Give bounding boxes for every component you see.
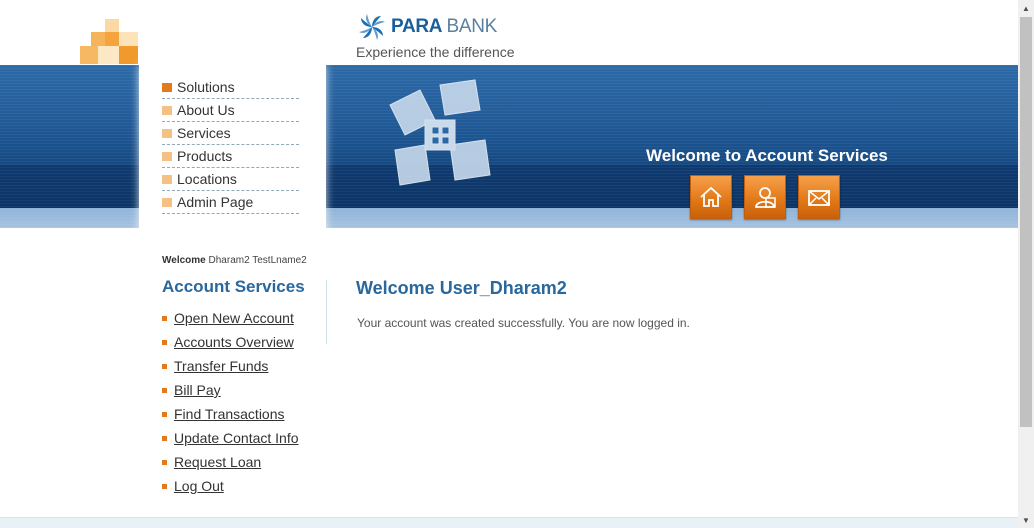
bullet-icon (162, 435, 167, 441)
bullet-icon (162, 105, 172, 115)
envelope-icon (808, 190, 830, 206)
about-button[interactable] (744, 175, 786, 219)
about-icon (755, 187, 776, 208)
bullet-icon (162, 339, 167, 345)
open-new-account-link[interactable]: Open New Account (174, 310, 294, 326)
list-item: Log Out (162, 474, 299, 498)
bullet-icon (162, 197, 172, 207)
bullet-icon (162, 411, 167, 417)
brand-name: PARA BANK (391, 16, 498, 37)
list-item: Request Loan (162, 450, 299, 474)
account-services-list: Open New Account Accounts Overview Trans… (162, 306, 299, 498)
accounts-overview-link[interactable]: Accounts Overview (174, 334, 294, 350)
bill-pay-link[interactable]: Bill Pay (174, 382, 221, 398)
account-services-heading: Account Services (162, 277, 305, 296)
brand-logo[interactable]: PARA BANK (357, 12, 497, 42)
network-graphic-icon (389, 79, 491, 186)
bullet-icon (162, 82, 172, 92)
success-message: Your account was created successfully. Y… (357, 316, 690, 330)
vertical-scrollbar[interactable]: ▲ ▼ (1018, 0, 1034, 528)
page-title: Welcome User_Dharam2 (356, 278, 567, 298)
list-item: Find Transactions (162, 402, 299, 426)
welcome-user-text: Welcome Dharam2 TestLname2 (162, 255, 307, 266)
brand-tagline: Experience the difference (356, 44, 515, 60)
bullet-icon (162, 174, 172, 184)
list-item: Open New Account (162, 306, 299, 330)
log-out-link[interactable]: Log Out (174, 478, 224, 494)
bullet-icon (162, 128, 172, 138)
menu-item-products[interactable]: Products (162, 145, 299, 168)
list-item: Transfer Funds (162, 354, 299, 378)
scroll-down-icon[interactable]: ▼ (1018, 512, 1034, 528)
home-button[interactable] (690, 175, 732, 219)
menu-item-solutions[interactable]: Solutions (162, 76, 299, 99)
menu-item-about-us[interactable]: About Us (162, 99, 299, 122)
bullet-icon (162, 315, 167, 321)
contact-button[interactable] (798, 175, 840, 219)
menu-item-locations[interactable]: Locations (162, 168, 299, 191)
list-item: Accounts Overview (162, 330, 299, 354)
find-transactions-link[interactable]: Find Transactions (174, 406, 285, 422)
transfer-funds-link[interactable]: Transfer Funds (174, 358, 268, 374)
home-icon (700, 186, 722, 207)
bullet-icon (162, 387, 167, 393)
list-item: Bill Pay (162, 378, 299, 402)
user-name: Dharam2 TestLname2 (208, 255, 307, 266)
scrollbar-thumb[interactable] (1020, 17, 1032, 427)
bullet-icon (162, 363, 167, 369)
bullet-icon (162, 151, 172, 161)
menu-item-services[interactable]: Services (162, 122, 299, 145)
menu-item-admin-page[interactable]: Admin Page (162, 191, 299, 214)
parabank-logo-icon (359, 14, 385, 40)
bullet-icon (162, 483, 167, 489)
sidebar-divider (326, 280, 327, 344)
update-contact-info-link[interactable]: Update Contact Info (174, 430, 299, 446)
footer-band (0, 517, 1018, 528)
list-item: Update Contact Info (162, 426, 299, 450)
scroll-up-icon[interactable]: ▲ (1018, 0, 1034, 16)
bullet-icon (162, 459, 167, 465)
request-loan-link[interactable]: Request Loan (174, 454, 261, 470)
top-menu: Solutions About Us Services Products Loc… (162, 76, 299, 214)
banner-title: Welcome to Account Services (646, 146, 888, 165)
